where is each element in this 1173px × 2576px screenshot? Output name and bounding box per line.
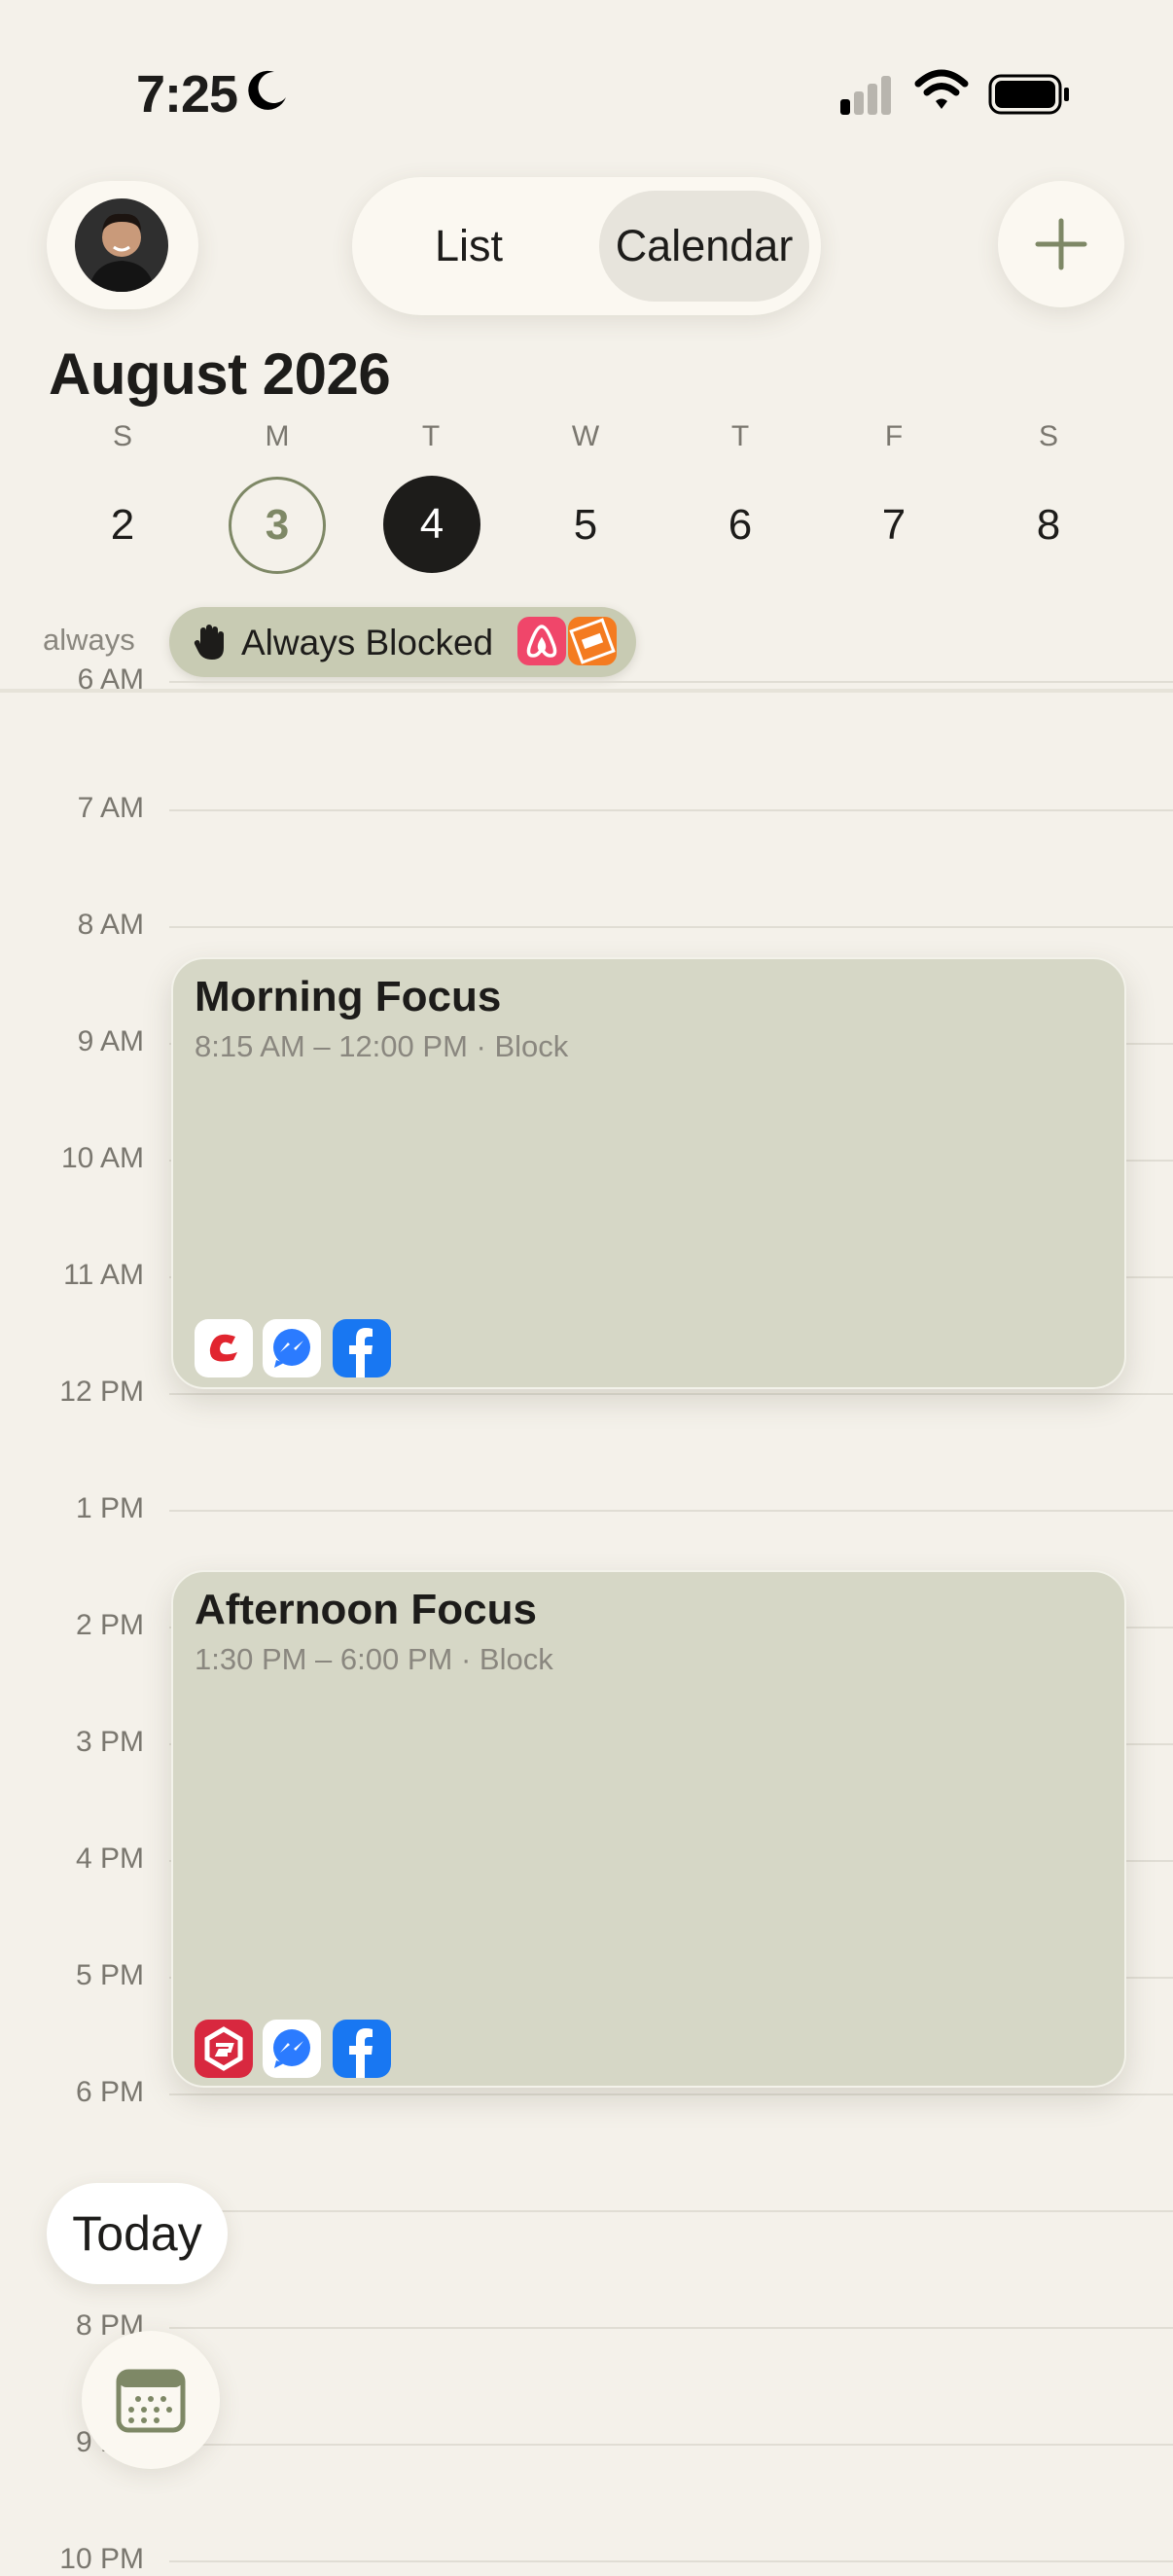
day-4-selected[interactable]: 4 <box>383 476 480 573</box>
event-morning-focus[interactable]: Morning Focus 8:15 AM – 12:00 PM · Block <box>171 957 1126 1389</box>
hour-gridline <box>169 1393 1173 1395</box>
home-depot-icon <box>568 617 617 665</box>
hour-label: 12 PM <box>59 1376 144 1408</box>
battery-icon <box>988 74 1072 120</box>
hour-label: 6 AM <box>77 663 144 696</box>
hour-label: 10 PM <box>59 2543 144 2575</box>
always-blocked-pill[interactable]: Always Blocked <box>169 607 636 677</box>
event-afternoon-focus[interactable]: Afternoon Focus 1:30 PM – 6:00 PM · Bloc… <box>171 1570 1126 2088</box>
status-time: 7:25 <box>136 65 238 124</box>
hour-gridline <box>169 2210 1173 2212</box>
do-not-disturb-moon-icon <box>245 68 290 118</box>
day-5[interactable]: 5 <box>537 477 634 574</box>
facebook-icon <box>333 1319 391 1377</box>
view-mode-segmented-control: List Calendar <box>352 177 821 315</box>
timeline-top-divider <box>0 689 1173 693</box>
add-block-button[interactable] <box>998 181 1124 307</box>
messenger-icon <box>263 2020 321 2078</box>
hour-gridline <box>169 2560 1173 2562</box>
weekday-label: M <box>265 420 290 452</box>
weekday-label: S <box>112 420 132 452</box>
hour-gridline <box>169 2444 1173 2446</box>
day-2[interactable]: 2 <box>74 477 171 574</box>
hour-gridline <box>169 1510 1173 1512</box>
hour-gridline <box>169 926 1173 928</box>
red-hexagon-app-icon <box>195 2020 253 2078</box>
event-subtitle: 8:15 AM – 12:00 PM · Block <box>195 1029 569 1063</box>
hour-label: 1 PM <box>75 1492 144 1524</box>
hour-label: 7 AM <box>77 792 144 824</box>
hour-label: 10 AM <box>60 1142 144 1174</box>
hour-label: 11 AM <box>63 1259 144 1291</box>
airbnb-icon <box>517 617 566 665</box>
hour-label: 9 AM <box>77 1025 144 1057</box>
plus-icon <box>1035 218 1087 270</box>
red-c-app-icon <box>195 1319 253 1377</box>
hand-stop-icon <box>194 625 224 660</box>
messenger-icon <box>263 1319 321 1377</box>
hour-label: 4 PM <box>75 1843 144 1875</box>
avatar[interactable] <box>75 198 168 292</box>
day-8[interactable]: 8 <box>1000 477 1097 574</box>
day-6[interactable]: 6 <box>692 477 789 574</box>
weekday-label: T <box>730 420 750 452</box>
hour-gridline <box>169 2093 1173 2095</box>
calendar-view-tab[interactable]: Calendar <box>599 191 809 302</box>
hour-label: 6 PM <box>75 2076 144 2108</box>
event-title: Morning Focus <box>195 973 502 1020</box>
always-blocked-label: Always Blocked <box>241 623 494 662</box>
hour-label: 2 PM <box>75 1609 144 1641</box>
hour-label: 5 PM <box>75 1959 144 1991</box>
month-title: August 2026 <box>49 341 391 407</box>
list-view-tab[interactable]: List <box>352 177 586 315</box>
today-button[interactable]: Today <box>47 2183 228 2284</box>
hour-label: 8 AM <box>77 909 144 941</box>
weekday-label: S <box>1038 420 1058 452</box>
day-7[interactable]: 7 <box>845 477 942 574</box>
weekday-label: F <box>884 420 904 452</box>
event-title: Afternoon Focus <box>195 1586 537 1633</box>
calendar-picker-button[interactable] <box>82 2331 220 2469</box>
hour-gridline <box>169 809 1173 811</box>
wifi-icon <box>914 68 969 118</box>
cellular-signal-icon <box>836 72 897 120</box>
hour-gridline <box>169 2327 1173 2329</box>
facebook-icon <box>333 2020 391 2078</box>
weekday-label: T <box>421 420 441 452</box>
event-subtitle: 1:30 PM – 6:00 PM · Block <box>195 1642 553 1676</box>
day-3-today[interactable]: 3 <box>229 477 326 574</box>
always-row-label: always <box>43 623 135 657</box>
calendar-icon <box>116 2369 186 2433</box>
hour-gridline <box>169 681 1173 683</box>
hour-label: 3 PM <box>75 1726 144 1758</box>
weekday-label: W <box>571 420 600 452</box>
